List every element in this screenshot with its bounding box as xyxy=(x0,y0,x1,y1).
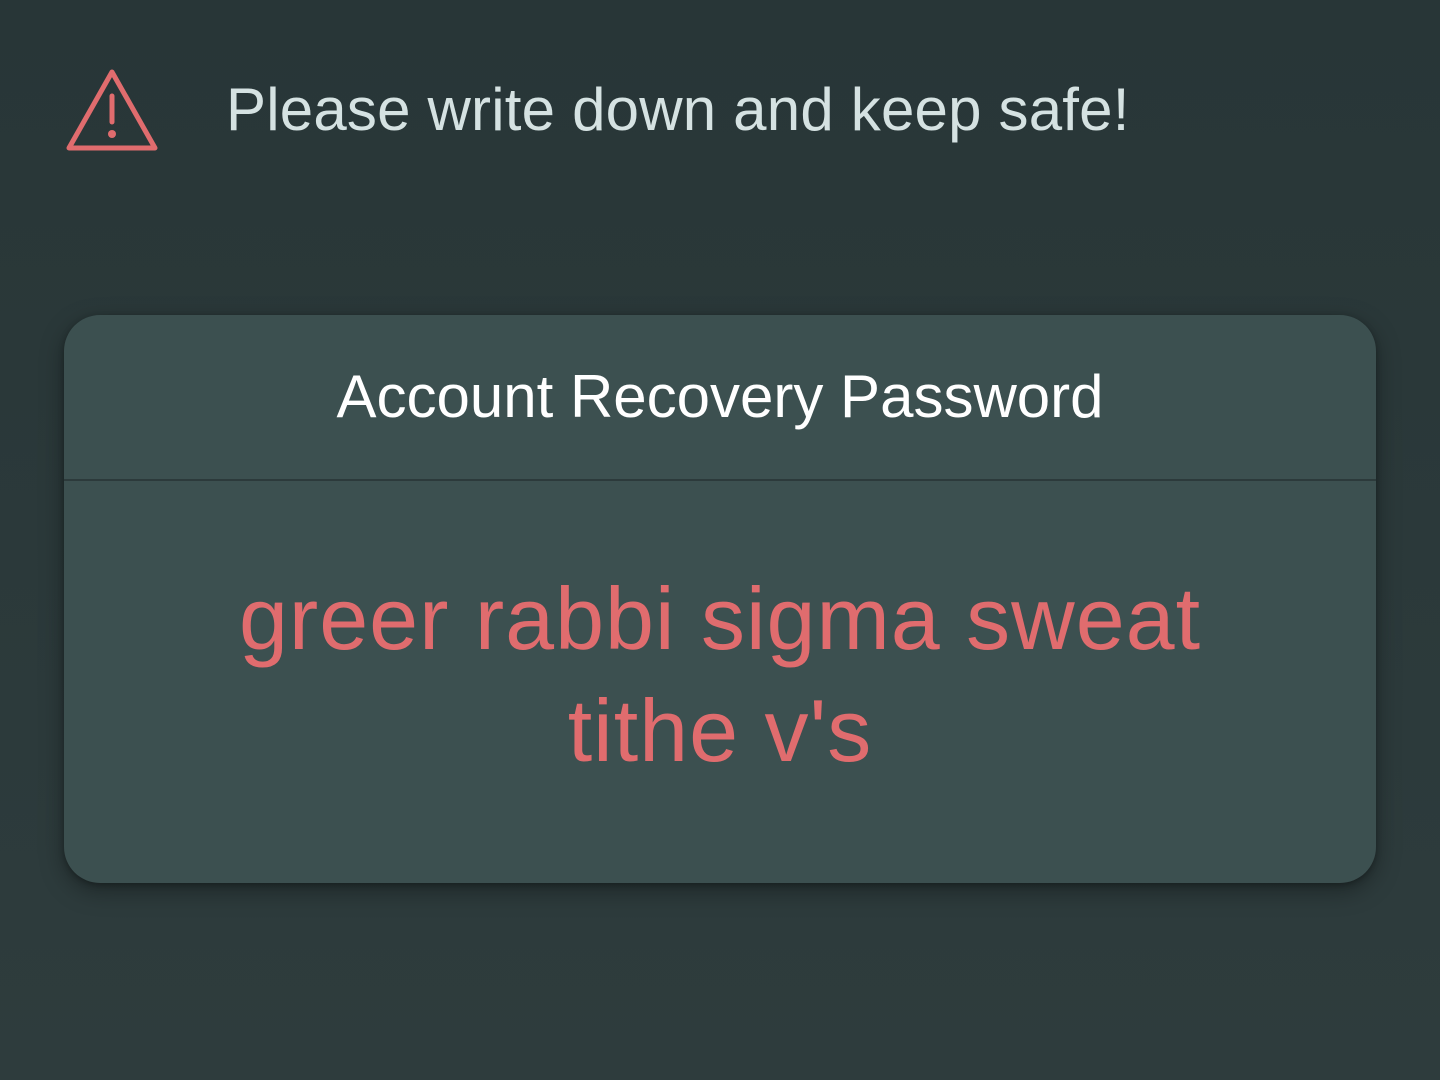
warning-banner xyxy=(64,60,160,160)
warning-triangle-icon xyxy=(66,69,158,151)
recovery-phrase[interactable]: greer rabbi sigma sweat tithe v's xyxy=(164,563,1276,787)
card-title: Account Recovery Password xyxy=(336,363,1104,430)
recovery-password-card: Account Recovery Password greer rabbi si… xyxy=(64,315,1376,883)
card-header: Account Recovery Password xyxy=(64,315,1376,481)
card-body: greer rabbi sigma sweat tithe v's xyxy=(64,481,1376,883)
warning-message: Please write down and keep safe! xyxy=(226,76,1130,143)
